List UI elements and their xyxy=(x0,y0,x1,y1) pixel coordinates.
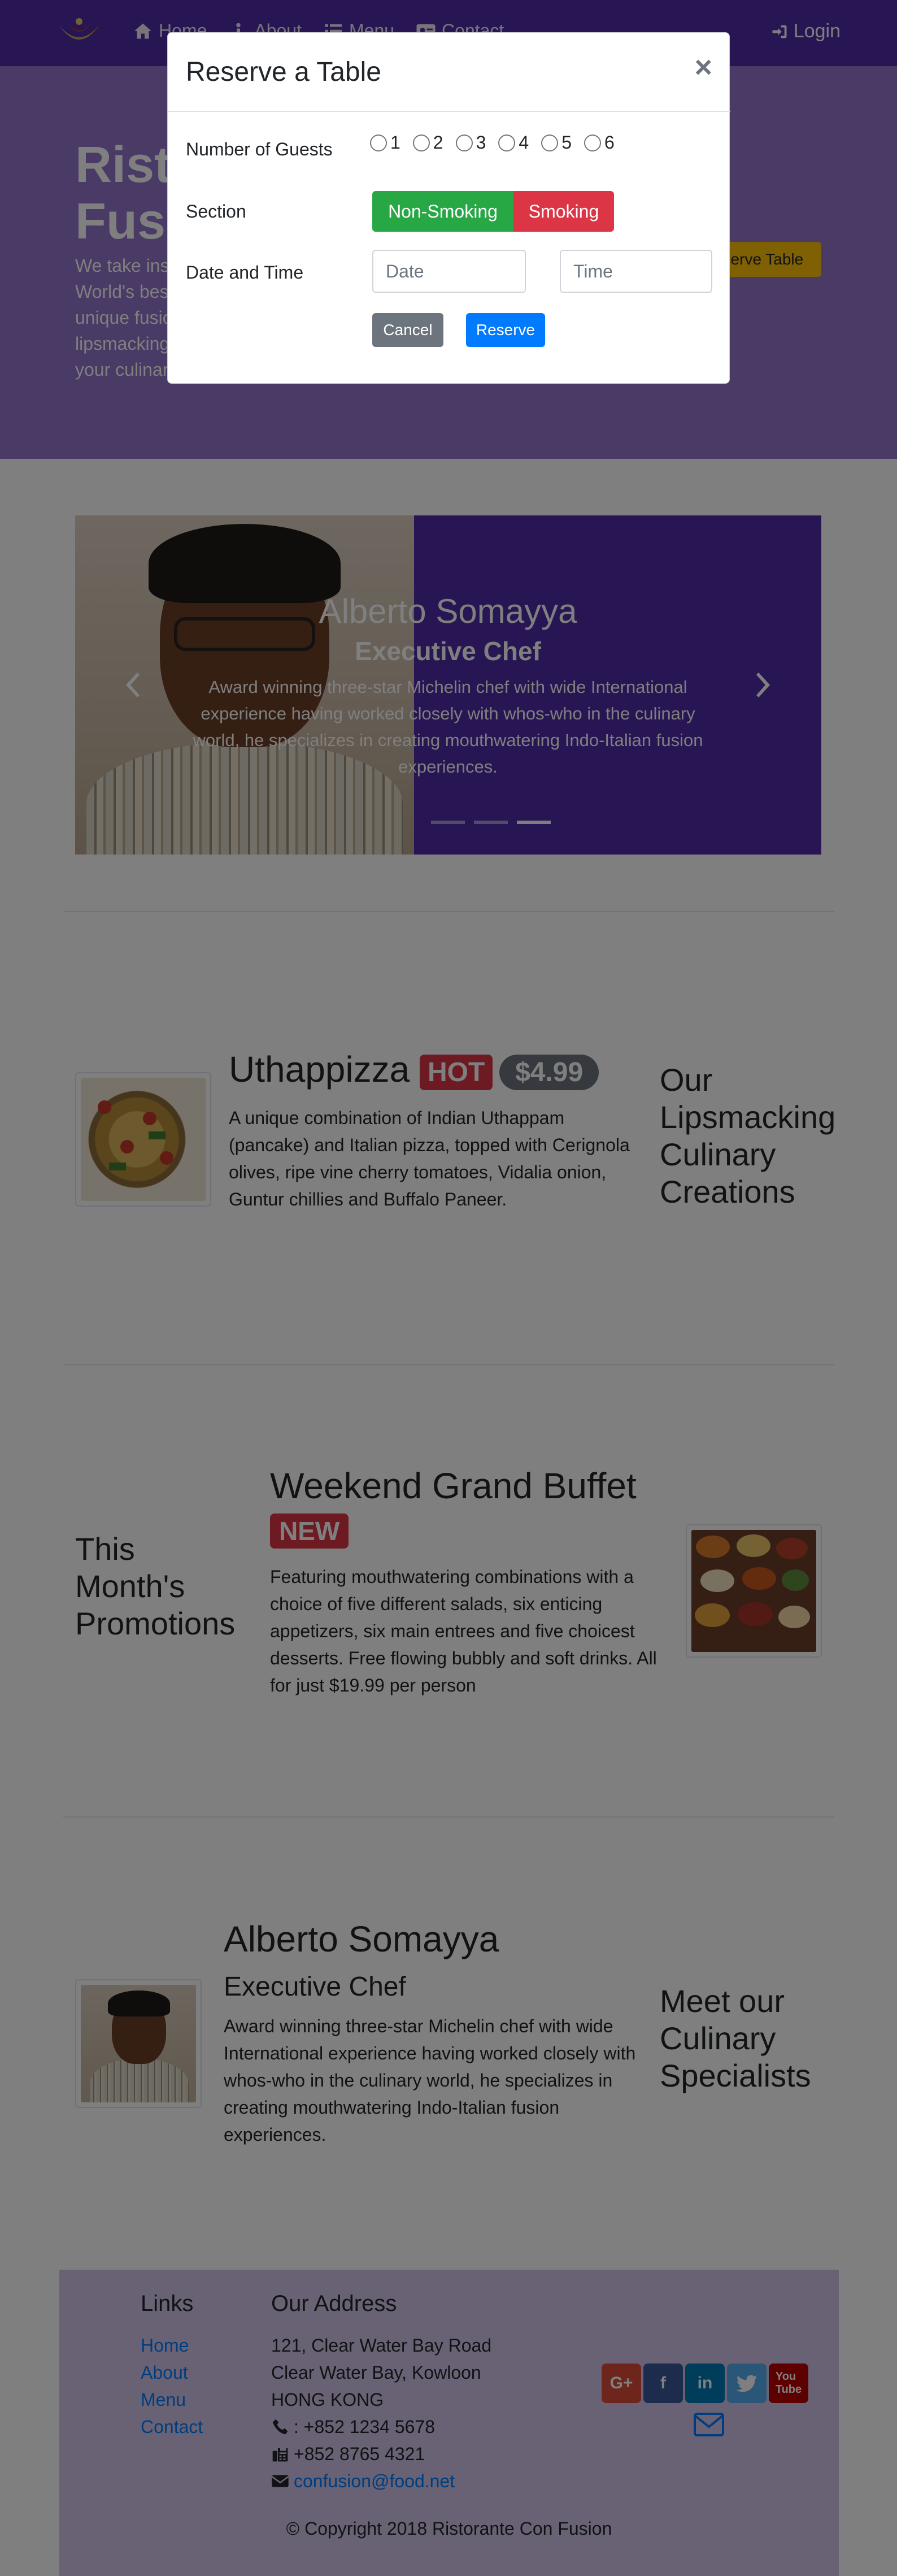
guest-option-label: 1 xyxy=(390,132,400,153)
guest-option-label: 5 xyxy=(561,132,572,153)
cancel-button[interactable]: Cancel xyxy=(372,313,443,347)
guest-option-1[interactable]: 1 xyxy=(370,132,400,153)
close-icon[interactable]: × xyxy=(694,52,712,83)
guest-option-label: 2 xyxy=(433,132,443,153)
smoking-button[interactable]: Smoking xyxy=(513,191,614,232)
section-toggle-group: Non-Smoking Smoking xyxy=(372,191,614,232)
guest-option-4[interactable]: 4 xyxy=(498,132,529,153)
radio-circle[interactable] xyxy=(584,134,601,151)
time-input[interactable] xyxy=(560,250,712,293)
modal-title: Reserve a Table xyxy=(186,57,381,87)
radio-circle[interactable] xyxy=(370,134,387,151)
radio-circle[interactable] xyxy=(541,134,559,151)
guest-option-5[interactable]: 5 xyxy=(541,132,572,153)
reserve-button[interactable]: Reserve xyxy=(466,313,545,347)
modal-header: Reserve a Table × xyxy=(168,33,730,112)
radio-circle[interactable] xyxy=(455,134,473,151)
section-label: Section xyxy=(186,201,246,222)
guests-radio-group: 1 2 3 4 5 6 xyxy=(370,132,615,153)
reserve-modal: Reserve a Table × Number of Guests 1 2 3… xyxy=(167,32,730,384)
guest-option-label: 6 xyxy=(604,132,615,153)
guest-option-6[interactable]: 6 xyxy=(584,132,615,153)
radio-circle[interactable] xyxy=(412,134,430,151)
datetime-label: Date and Time xyxy=(186,262,304,283)
modal-backdrop[interactable] xyxy=(0,0,897,2576)
guest-option-2[interactable]: 2 xyxy=(412,132,443,153)
non-smoking-button[interactable]: Non-Smoking xyxy=(372,191,513,232)
guests-label: Number of Guests xyxy=(186,139,333,159)
guest-option-label: 4 xyxy=(519,132,529,153)
radio-circle[interactable] xyxy=(498,134,516,151)
guest-option-label: 3 xyxy=(476,132,486,153)
guest-option-3[interactable]: 3 xyxy=(455,132,486,153)
date-input[interactable] xyxy=(372,250,526,293)
